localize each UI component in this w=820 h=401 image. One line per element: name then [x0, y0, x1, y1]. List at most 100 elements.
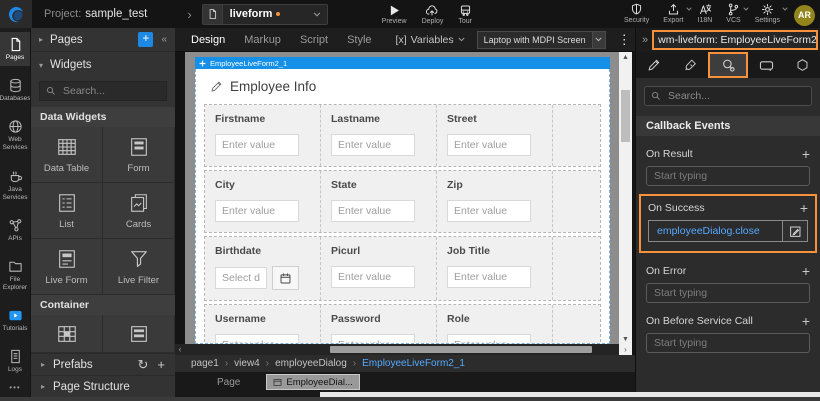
sidebar-item-pages[interactable]: Pages	[0, 32, 30, 66]
scroll-up-icon[interactable]: ▲	[619, 52, 632, 62]
expand-panel-icon[interactable]: »	[638, 34, 652, 46]
add-on-before-service-call-action-icon[interactable]: +	[802, 316, 810, 326]
variables-button[interactable]: [x] Variables	[396, 34, 465, 46]
callback-events-header: Callback Events	[636, 116, 820, 136]
more-options-icon[interactable]: •••	[9, 378, 20, 397]
on-result-input[interactable]	[646, 166, 810, 186]
breadcrumb-view4[interactable]: view4	[234, 358, 260, 369]
security-button[interactable]: Security	[624, 3, 649, 24]
sidebar-item-logs[interactable]: Logs	[0, 344, 30, 378]
deploy-button[interactable]: Deploy	[422, 4, 444, 25]
play-tutorial-icon	[8, 308, 23, 323]
calendar-button[interactable]	[272, 266, 299, 290]
sidebar-item-web-services[interactable]: Web Services	[0, 114, 30, 156]
settings-button[interactable]: Settings	[755, 3, 780, 24]
sidebar-item-tutorials[interactable]: Tutorials	[0, 303, 30, 337]
picurl-input[interactable]	[331, 266, 415, 288]
scroll-left-icon[interactable]: ‹	[175, 344, 185, 355]
on-before-service-call-input[interactable]	[646, 333, 810, 353]
page-selector-dropdown[interactable]: liveform	[202, 4, 328, 25]
preview-button[interactable]: Preview	[382, 4, 407, 25]
tab-events[interactable]	[708, 52, 748, 78]
breadcrumb-employee-liveform[interactable]: EmployeeLiveForm2_1	[362, 358, 465, 369]
breadcrumb-page1[interactable]: page1	[191, 358, 219, 369]
widget-tile-list[interactable]: List	[31, 183, 103, 239]
expanded-arrow-icon: ▾	[39, 61, 43, 70]
widget-tile-live-form[interactable]: Live Form	[31, 239, 103, 295]
kebab-menu-icon[interactable]: ⋮	[618, 32, 631, 48]
widget-tile-form[interactable]: Form	[103, 127, 175, 183]
on-success-action-link[interactable]: employeeDialog.close	[648, 220, 782, 242]
tab-design[interactable]: Design	[191, 34, 225, 46]
sidebar-item-databases[interactable]: Databases	[0, 73, 30, 107]
tab-style[interactable]: Style	[347, 34, 371, 46]
add-prefab-icon[interactable]: +	[157, 357, 165, 372]
vertical-scrollbar[interactable]: ▲ ▼	[619, 52, 632, 344]
i18n-button[interactable]: I18N	[698, 3, 713, 24]
page-structure-accordion[interactable]: ▸ Page Structure	[31, 375, 175, 397]
state-input[interactable]	[331, 200, 415, 222]
user-avatar[interactable]: AR	[794, 5, 815, 26]
role-input[interactable]	[447, 334, 531, 344]
add-on-success-action-icon[interactable]: +	[800, 203, 808, 213]
tab-styles[interactable]	[672, 52, 708, 78]
widget-tile-cards[interactable]: Cards	[103, 183, 175, 239]
add-page-button[interactable]: +	[138, 32, 153, 47]
prefabs-accordion[interactable]: ▸ Prefabs ↻ +	[31, 353, 175, 375]
tour-button[interactable]: Tour	[458, 4, 472, 25]
device-selector-dropdown[interactable]: Laptop with MDPI Screen	[477, 31, 606, 49]
sidebar-item-apis[interactable]: APIs	[0, 213, 30, 247]
collapse-panel-icon[interactable]: «	[161, 34, 167, 45]
add-on-error-action-icon[interactable]: +	[802, 266, 810, 276]
widget-tile-panel[interactable]	[103, 315, 175, 353]
form-body: Employee Info Firstname Lastname	[195, 69, 610, 344]
sidebar-item-file-explorer[interactable]: File Explorer	[0, 254, 30, 296]
properties-search-input[interactable]	[666, 89, 805, 103]
pages-accordion[interactable]: ▸ Pages + «	[31, 28, 175, 52]
firstname-input[interactable]	[215, 134, 299, 156]
password-input[interactable]	[331, 334, 415, 344]
edit-on-success-button[interactable]	[782, 220, 808, 242]
widget-tile-data-table[interactable]: Data Table	[31, 127, 103, 183]
city-input[interactable]	[215, 200, 299, 222]
tab-script[interactable]: Script	[300, 34, 328, 46]
wavemaker-logo[interactable]	[0, 0, 32, 28]
tab-page[interactable]: Page	[217, 377, 240, 388]
widget-tile-live-filter[interactable]: Live Filter	[103, 239, 175, 295]
live-form-widget[interactable]: EmployeeLiveForm2_1 Employee Info Firstn…	[195, 57, 610, 344]
event-on-result-row: On Result +	[646, 148, 810, 160]
widget-search-box[interactable]	[39, 81, 167, 101]
pencil-icon	[210, 80, 223, 93]
tab-employee-dialog[interactable]: EmployeeDial...	[266, 374, 360, 390]
page-selector-value: liveform	[230, 8, 273, 20]
birthdate-input[interactable]	[215, 267, 267, 289]
username-input[interactable]	[215, 334, 299, 344]
tab-properties[interactable]	[636, 52, 672, 78]
tab-security[interactable]	[784, 52, 820, 78]
sidebar-item-java-services[interactable]: Java Services	[0, 164, 30, 206]
on-error-input[interactable]	[646, 283, 810, 303]
widget-search-input[interactable]	[61, 84, 160, 98]
street-input[interactable]	[447, 134, 531, 156]
properties-search-box[interactable]	[644, 86, 812, 106]
vcs-button[interactable]: VCS	[726, 3, 740, 24]
horizontal-scroll-thumb[interactable]	[330, 346, 592, 353]
lastname-input[interactable]	[331, 134, 415, 156]
search-icon	[46, 86, 56, 96]
vertical-scroll-thumb[interactable]	[621, 90, 630, 142]
tab-markup[interactable]: Markup	[244, 34, 281, 46]
export-button[interactable]: Export	[663, 3, 683, 24]
widget-selection-bar[interactable]: EmployeeLiveForm2_1	[195, 57, 610, 69]
breadcrumb-employee-dialog[interactable]: employeeDialog	[275, 358, 347, 369]
widget-tile-grid-layout[interactable]	[31, 315, 103, 353]
refresh-icon[interactable]: ↻	[138, 357, 149, 373]
horizontal-scrollbar[interactable]: ‹	[175, 344, 619, 355]
widgets-accordion[interactable]: ▾ Widgets	[31, 52, 175, 78]
add-on-result-action-icon[interactable]: +	[802, 149, 810, 159]
form-field-password: Password	[321, 305, 437, 344]
scroll-right-icon[interactable]: ›	[619, 344, 632, 355]
tab-device[interactable]	[748, 52, 784, 78]
zip-input[interactable]	[447, 200, 531, 222]
job-title-input[interactable]	[447, 266, 531, 288]
scroll-down-icon[interactable]: ▼	[619, 334, 632, 344]
